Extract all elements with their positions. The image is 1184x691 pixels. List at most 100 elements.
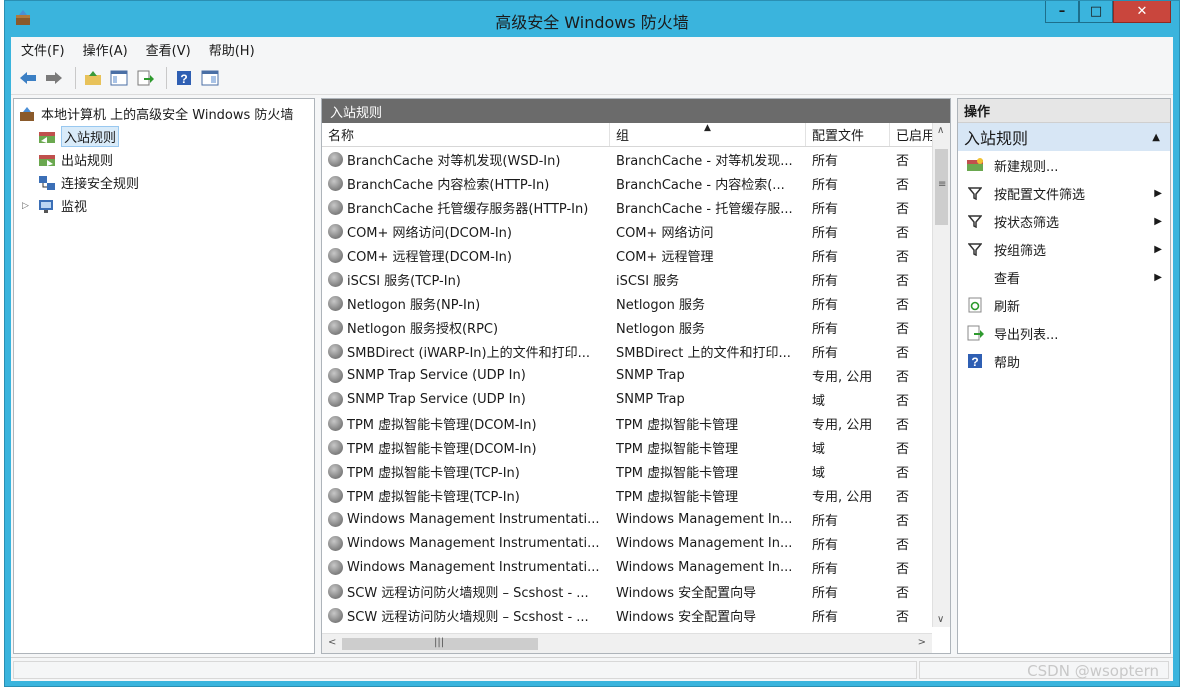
rule-disabled-icon [328, 487, 343, 503]
menu-action[interactable]: 操作(A) [83, 40, 128, 59]
show-hide-action-pane-button[interactable] [199, 67, 221, 89]
rule-group-cell: Windows 安全配置向导 [610, 603, 806, 627]
action-item[interactable]: ? 帮助 [958, 347, 1170, 375]
scroll-left-icon[interactable]: < [328, 637, 336, 648]
tree-item-monitoring[interactable]: ▷ 监视 [14, 194, 314, 217]
monitoring-icon [39, 199, 53, 213]
toolbar-separator [75, 66, 76, 89]
up-folder-button[interactable] [82, 67, 104, 89]
cell-text: 否 [896, 561, 910, 577]
show-hide-console-tree-button[interactable] [108, 67, 130, 89]
cell-text: Netlogon 服务授权(RPC) [347, 321, 499, 337]
column-header-name[interactable]: 名称 [322, 123, 610, 146]
tree-item-outbound-rules[interactable]: 出站规则 [14, 148, 314, 171]
help-button[interactable]: ? [173, 67, 195, 89]
maximize-button[interactable]: □ [1079, 1, 1113, 23]
cell-text: SNMP Trap [616, 367, 685, 383]
table-row[interactable]: SMBDirect (iWARP-In)上的文件和打印... SMBDirect … [322, 339, 932, 363]
actions-section-label: 入站规则 [964, 129, 1029, 148]
rule-name-cell: COM+ 网络访问(DCOM-In) [322, 219, 610, 243]
table-row[interactable]: SCW 远程访问防火墙规则 – Scshost - ... Windows 安全配… [322, 603, 932, 627]
scroll-right-icon[interactable]: > [918, 637, 926, 648]
toolbar-separator [166, 66, 167, 89]
action-item[interactable]: 按状态筛选 ▶ [958, 207, 1170, 235]
table-row[interactable]: Windows Management Instrumentati... Windo… [322, 507, 932, 531]
table-row[interactable]: Windows Management Instrumentati... Windo… [322, 531, 932, 555]
scroll-up-icon[interactable]: ∧ [937, 125, 944, 136]
table-row[interactable]: BranchCache 内容检索(HTTP-In) BranchCache - 内… [322, 171, 932, 195]
cell-text: 域 [812, 465, 826, 481]
collapse-icon[interactable]: ▲ [1152, 132, 1160, 143]
tree-item-inbound-rules[interactable]: 入站规则 [14, 125, 314, 148]
table-row[interactable]: Netlogon 服务授权(RPC) Netlogon 服务 所有 否 [322, 315, 932, 339]
expand-arrow-icon[interactable]: ▷ [22, 201, 29, 211]
forward-button[interactable] [43, 67, 65, 89]
cell-text: 所有 [812, 225, 839, 241]
back-button[interactable] [17, 67, 39, 89]
table-row[interactable]: COM+ 网络访问(DCOM-In) COM+ 网络访问 所有 否 [322, 219, 932, 243]
menu-view[interactable]: 查看(V) [146, 40, 191, 59]
cell-text: BranchCache 内容检索(HTTP-In) [347, 177, 550, 193]
cell-text: 否 [896, 537, 910, 553]
rule-group-cell: TPM 虚拟智能卡管理 [610, 459, 806, 483]
action-item[interactable]: 按组筛选 ▶ [958, 235, 1170, 263]
cell-text: 所有 [812, 297, 839, 313]
rule-disabled-icon [328, 271, 343, 287]
rule-enabled-cell: 否 [890, 387, 932, 411]
rule-name-cell: Netlogon 服务(NP-In) [322, 291, 610, 315]
table-row[interactable]: COM+ 远程管理(DCOM-In) COM+ 远程管理 所有 否 [322, 243, 932, 267]
table-row[interactable]: TPM 虚拟智能卡管理(TCP-In) TPM 虚拟智能卡管理 域 否 [322, 459, 932, 483]
table-row[interactable]: Windows Management Instrumentati... Windo… [322, 555, 932, 579]
cell-text: 所有 [812, 249, 839, 265]
action-item[interactable]: 新建规则... [958, 151, 1170, 179]
cell-text: BranchCache - 托管缓存服... [616, 201, 793, 217]
close-button[interactable]: ✕ [1113, 1, 1171, 23]
table-row[interactable]: iSCSI 服务(TCP-In) iSCSI 服务 所有 否 [322, 267, 932, 291]
rule-enabled-cell: 否 [890, 603, 932, 627]
table-row[interactable]: TPM 虚拟智能卡管理(DCOM-In) TPM 虚拟智能卡管理 域 否 [322, 435, 932, 459]
menu-file[interactable]: 文件(F) [21, 40, 65, 59]
rule-name-cell: COM+ 远程管理(DCOM-In) [322, 243, 610, 267]
action-item[interactable]: 刷新 [958, 291, 1170, 319]
column-header-profile[interactable]: 配置文件 [806, 123, 890, 146]
actions-pane: 操作 入站规则 ▲ 新建规则... 按配置文件筛选 ▶ 按状态筛选 ▶ 按组筛选 ▶ 查看 ▶ 刷… [957, 98, 1171, 654]
tree-item-connection-security-rules[interactable]: 连接安全规则 [14, 171, 314, 194]
rule-disabled-icon [328, 415, 343, 431]
title-bar[interactable]: 高级安全 Windows 防火墙 – □ ✕ [5, 1, 1179, 37]
horizontal-scrollbar[interactable]: < ||| > [322, 633, 932, 653]
export-list-button[interactable] [134, 67, 156, 89]
cell-text: COM+ 网络访问(DCOM-In) [347, 225, 512, 241]
table-row[interactable]: SCW 远程访问防火墙规则 – Scshost - ... Windows 安全配… [322, 579, 932, 603]
table-row[interactable]: SNMP Trap Service (UDP In) SNMP Trap 域 否 [322, 387, 932, 411]
table-row[interactable]: TPM 虚拟智能卡管理(DCOM-In) TPM 虚拟智能卡管理 专用, 公用 否 [322, 411, 932, 435]
console-tree: 本地计算机 上的高级安全 Windows 防火墙 入站规则 出站规则 连接安全规… [13, 98, 315, 654]
action-item-label: 查看 [994, 271, 1021, 287]
status-cell-main [13, 661, 917, 679]
cell-text: 所有 [812, 609, 839, 625]
table-row[interactable]: BranchCache 对等机发现(WSD-In) BranchCache - 对… [322, 147, 932, 171]
cell-text: SNMP Trap [616, 391, 685, 407]
column-header-enabled[interactable]: 已启用 [890, 123, 932, 146]
table-row[interactable]: BranchCache 托管缓存服务器(HTTP-In) BranchCache … [322, 195, 932, 219]
cell-text: SNMP Trap Service (UDP In) [347, 367, 526, 383]
tree-root[interactable]: 本地计算机 上的高级安全 Windows 防火墙 [14, 102, 314, 125]
table-row[interactable]: Netlogon 服务(NP-In) Netlogon 服务 所有 否 [322, 291, 932, 315]
cell-text: Windows Management Instrumentati... [347, 559, 600, 575]
minimize-button[interactable]: – [1045, 1, 1079, 23]
action-item[interactable]: 查看 ▶ [958, 263, 1170, 291]
table-row[interactable]: TPM 虚拟智能卡管理(TCP-In) TPM 虚拟智能卡管理 专用, 公用 否 [322, 483, 932, 507]
action-item[interactable]: 按配置文件筛选 ▶ [958, 179, 1170, 207]
filter-icon [966, 241, 984, 257]
up-folder-icon [85, 70, 101, 85]
tree-item-label: 监视 [61, 200, 88, 215]
menu-help[interactable]: 帮助(H) [209, 40, 255, 59]
action-item[interactable]: 导出列表... [958, 319, 1170, 347]
vertical-scrollbar[interactable]: ∧ ≡ ∨ [932, 123, 950, 627]
connection-security-icon [39, 175, 55, 190]
rule-name-cell: Windows Management Instrumentati... [322, 507, 610, 531]
scroll-down-icon[interactable]: ∨ [937, 614, 944, 625]
actions-section-inbound-rules[interactable]: 入站规则 ▲ [958, 123, 1170, 151]
table-row[interactable]: SNMP Trap Service (UDP In) SNMP Trap 专用, 公… [322, 363, 932, 387]
rule-name-cell: BranchCache 内容检索(HTTP-In) [322, 171, 610, 195]
cell-text: TPM 虚拟智能卡管理 [616, 465, 739, 481]
